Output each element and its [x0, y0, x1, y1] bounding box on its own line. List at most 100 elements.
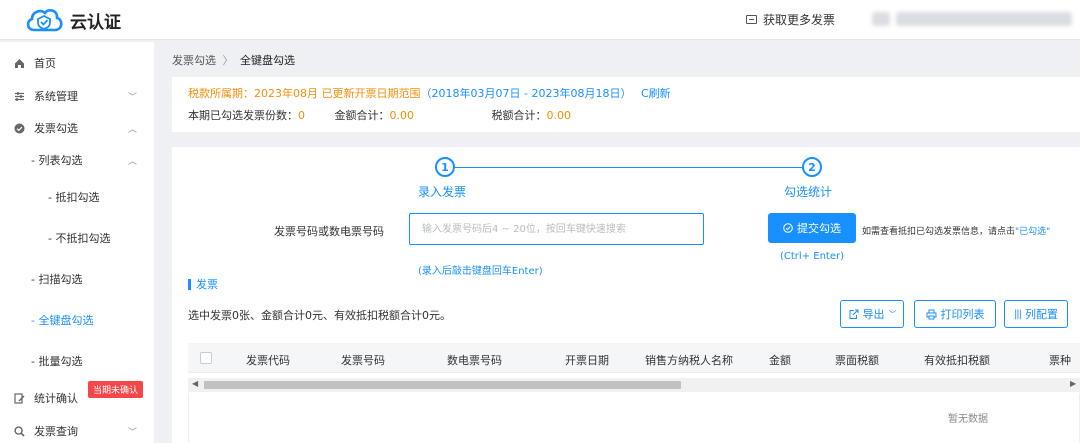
sidebar-item-system[interactable]: 系统管理 ﹀ [0, 85, 154, 107]
breadcrumb: 发票勾选 〉 全键盘勾选 [172, 52, 295, 68]
column-header[interactable]: 数电票号码 [447, 352, 502, 368]
user-info-blurred [872, 12, 890, 26]
tax-label: 税额合计： [491, 109, 547, 122]
chevron-up-icon: ︿ [128, 124, 138, 135]
amount-value: 0.00 [389, 109, 415, 122]
invoice-number-input[interactable] [409, 213, 704, 245]
sidebar-label-home: 首页 [34, 57, 56, 70]
sidebar-label-scan-select: - 扫描勾选 [31, 273, 83, 286]
cloud-logo-icon [26, 8, 63, 32]
step-2-label: 勾选统计 [784, 185, 833, 199]
amount-label: 金额合计： [334, 109, 390, 122]
chevron-up-icon: ︿ [128, 156, 138, 167]
selected-count-value: 0 [298, 109, 305, 122]
sidebar-label-system: 系统管理 [34, 90, 78, 103]
columns-icon: ||| [1013, 308, 1022, 320]
sidebar-item-keyboard-select[interactable]: - 全键盘勾选 [0, 309, 154, 331]
selected-count-label: 本期已勾选发票份数： [188, 109, 298, 122]
period-stats: 本期已勾选发票份数：0 金额合计：0.00 税额合计：0.00 [188, 107, 571, 123]
export-icon [849, 309, 858, 319]
selected-tip: 如需查看抵扣已勾选发票信息，请点击"已勾选" [862, 224, 1050, 237]
sidebar-item-deduct-select[interactable]: - 抵扣勾选 [0, 186, 154, 208]
selected-tip-text: 如需查看抵扣已勾选发票信息，请点击 [862, 227, 1016, 237]
search-icon [13, 425, 25, 437]
enter-hint: (录入后敲击键盘回车Enter) [418, 266, 543, 277]
column-header[interactable]: 发票代码 [246, 352, 290, 368]
top-bar: 云认证 获取更多发票 [0, 0, 1080, 40]
column-config-button[interactable]: ||| 列配置 [1004, 300, 1068, 328]
submit-selection-button[interactable]: 提交勾选 [768, 213, 856, 243]
table-body [188, 393, 1080, 443]
select-all-checkbox[interactable] [200, 352, 212, 364]
refresh-link[interactable]: C刷新 [641, 87, 671, 100]
check-circle-icon [13, 122, 25, 134]
sidebar-item-home[interactable]: 首页 [0, 52, 154, 74]
column-header[interactable]: 有效抵扣税额 [924, 352, 990, 368]
print-list-label: 打印列表 [940, 308, 985, 321]
sidebar: 首页 系统管理 ﹀ 发票勾选 ︿ - 列表勾选 ︿ - 抵扣勾选 - 不抵扣勾选… [0, 42, 154, 443]
sidebar-label-invoice-select: 发票勾选 [34, 122, 78, 135]
sidebar-label-invoice-query: 发票查询 [34, 425, 78, 438]
tax-period-text: 税款所属期：2023年08月 已更新开票日期范围 [188, 87, 421, 100]
horizontal-scrollbar[interactable]: ◀ ▶ [188, 378, 1080, 392]
scrollbar-thumb[interactable] [204, 381, 681, 389]
sidebar-item-batch-select[interactable]: - 批量勾选 [0, 350, 154, 372]
already-selected-link[interactable]: "已勾选" [1015, 227, 1050, 237]
column-header[interactable]: 票面税额 [835, 352, 879, 368]
home-icon [13, 57, 25, 69]
column-header[interactable]: 销售方纳税人名称 [645, 352, 733, 368]
invoice-number-field-label: 发票号码或数电票号码 [274, 225, 384, 238]
print-list-button[interactable]: 打印列表 [914, 300, 996, 328]
submit-selection-label: 提交勾选 [797, 222, 841, 235]
sidebar-label-stats-confirm: 统计确认 [34, 392, 78, 405]
main-panel: 1 2 录入发票 勾选统计 发票号码或数电票号码 (录入后敲击键盘回车Enter… [172, 147, 1080, 443]
tax-period-line: 税款所属期：2023年08月 已更新开票日期范围（2018年03月07日 - 2… [188, 85, 671, 101]
tax-value: 0.00 [546, 109, 572, 122]
get-more-invoices-label: 获取更多发票 [763, 13, 836, 27]
breadcrumb-parent[interactable]: 发票勾选 [172, 54, 216, 67]
chevron-down-icon: ﹀ [128, 92, 138, 103]
document-icon [746, 15, 757, 24]
sidebar-label-keyboard-select: - 全键盘勾选 [31, 314, 94, 327]
step-1-marker: 1 [435, 157, 455, 177]
tax-date-range: （2018年03月07日 - 2023年08月18日） [420, 87, 632, 100]
step-2-marker: 2 [802, 157, 822, 177]
breadcrumb-separator-icon: 〉 [222, 54, 234, 67]
sidebar-label-no-deduct-select: - 不抵扣勾选 [48, 232, 111, 245]
table-header: 发票代码 发票号码 数电票号码 开票日期 销售方纳税人名称 金额 票面税额 有效… [188, 343, 1080, 373]
scroll-right-arrow-icon[interactable]: ▶ [1070, 379, 1076, 388]
column-header[interactable]: 开票日期 [565, 352, 609, 368]
printer-icon [926, 309, 936, 319]
column-header[interactable]: 金额 [769, 352, 791, 368]
export-label: 导出 [862, 308, 885, 321]
company-info-blurred [896, 12, 1072, 26]
section-title: 发票 [188, 279, 218, 290]
selection-summary: 选中发票0张、金额合计0元、有效抵扣税额合计0元。 [188, 309, 451, 322]
breadcrumb-current: 全键盘勾选 [240, 54, 295, 67]
sidebar-item-invoice-query[interactable]: 发票查询 ﹀ [0, 420, 154, 442]
status-badge: 当期未确认 [88, 381, 144, 398]
sliders-icon [13, 90, 25, 102]
tax-period-card: 税款所属期：2023年08月 已更新开票日期范围（2018年03月07日 - 2… [172, 77, 1080, 132]
empty-state: 暂无数据 [948, 414, 988, 425]
chevron-down-icon: ﹀ [888, 309, 897, 319]
column-header[interactable]: 发票号码 [341, 352, 385, 368]
sidebar-label-list-select: - 列表勾选 [31, 154, 83, 167]
scroll-left-arrow-icon[interactable]: ◀ [192, 379, 198, 388]
column-config-label: 列配置 [1025, 308, 1059, 321]
submit-shortcut-hint: (Ctrl+ Enter) [780, 251, 844, 262]
step-connector [454, 167, 812, 168]
sidebar-label-batch-select: - 批量勾选 [31, 355, 83, 368]
export-button[interactable]: 导出 ﹀ [840, 300, 904, 328]
sidebar-item-list-select[interactable]: - 列表勾选 ︿ [0, 149, 154, 171]
edit-icon [13, 392, 25, 404]
column-header[interactable]: 票种 [1049, 352, 1071, 368]
app-name: 云认证 [70, 13, 121, 33]
sidebar-label-deduct-select: - 抵扣勾选 [48, 191, 100, 204]
check-circle-icon [783, 223, 793, 233]
sidebar-item-scan-select[interactable]: - 扫描勾选 [0, 268, 154, 290]
sidebar-item-no-deduct-select[interactable]: - 不抵扣勾选 [0, 227, 154, 249]
get-more-invoices-link[interactable]: 获取更多发票 [746, 11, 835, 28]
chevron-down-icon: ﹀ [128, 427, 138, 438]
sidebar-item-invoice-select[interactable]: 发票勾选 ︿ [0, 117, 154, 139]
